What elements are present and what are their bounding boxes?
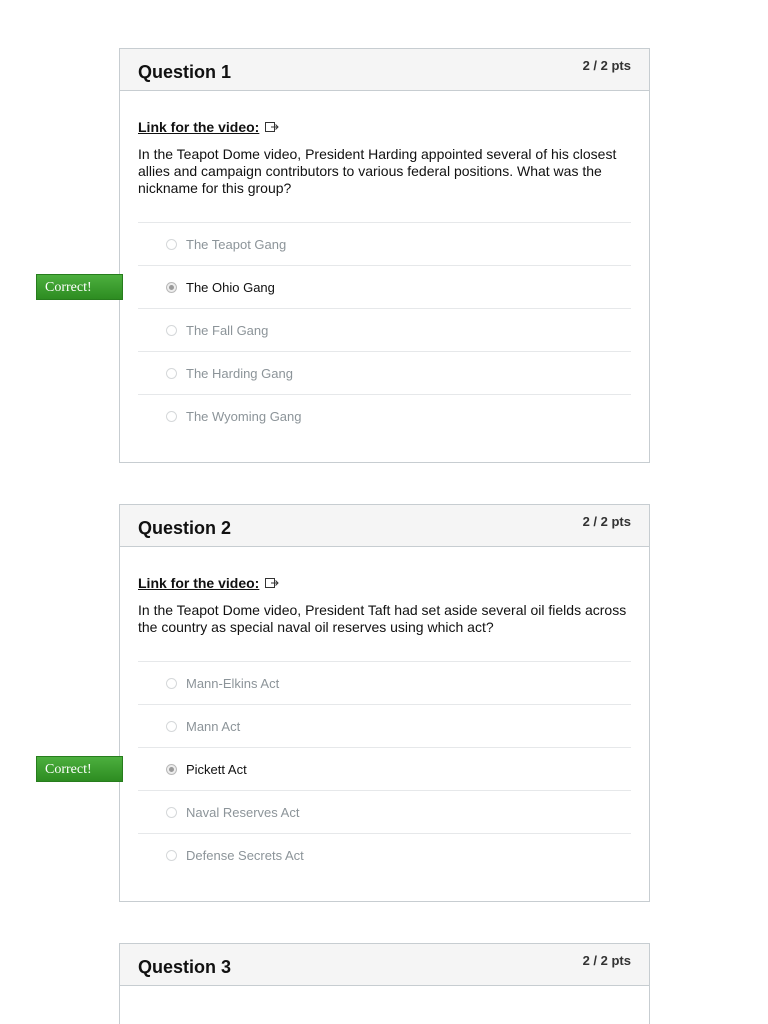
question-body: Link for the video: In the Teapot Dome v… xyxy=(120,91,649,438)
answer-label: The Wyoming Gang xyxy=(186,409,302,424)
question-title: Question 2 xyxy=(138,518,232,538)
answer-label: Pickett Act xyxy=(186,761,247,777)
answer-label: The Fall Gang xyxy=(186,322,269,338)
radio-button-selected[interactable] xyxy=(166,281,177,293)
question-card-3: Question 3 2 / 2 pts xyxy=(119,943,650,1024)
answer-option[interactable]: Mann Act xyxy=(138,705,631,748)
answer-list: Mann-Elkins Act Mann Act Pickett Act Nav… xyxy=(138,661,631,877)
radio-button[interactable] xyxy=(166,367,177,379)
radio-button[interactable] xyxy=(166,806,177,818)
answer-option-selected[interactable]: Pickett Act xyxy=(138,748,631,791)
radio-button[interactable] xyxy=(166,238,177,250)
question-title: Question 1 xyxy=(138,62,232,82)
question-points: 2 / 2 pts xyxy=(582,953,631,968)
answer-option[interactable]: The Wyoming Gang xyxy=(138,395,631,438)
answer-option[interactable]: The Teapot Gang xyxy=(138,223,631,266)
answer-list: The Teapot Gang The Ohio Gang The Fall G… xyxy=(138,222,631,438)
radio-button-selected[interactable] xyxy=(166,763,177,775)
radio-button[interactable] xyxy=(166,411,177,422)
external-link-icon[interactable] xyxy=(265,121,280,133)
answer-label: Defense Secrets Act xyxy=(186,848,304,863)
answer-label: The Teapot Gang xyxy=(186,236,287,252)
video-link[interactable]: Link for the video: xyxy=(138,575,631,591)
answer-label: Mann-Elkins Act xyxy=(186,675,280,691)
video-link-label[interactable]: Link for the video: xyxy=(138,119,259,135)
question-header: Question 2 2 / 2 pts xyxy=(120,505,649,547)
radio-button[interactable] xyxy=(166,720,177,732)
question-points: 2 / 2 pts xyxy=(582,58,631,73)
question-text: In the Teapot Dome video, President Taft… xyxy=(138,602,627,635)
correct-answer-flag: Correct! xyxy=(36,274,123,300)
radio-button[interactable] xyxy=(166,324,177,336)
question-title: Question 3 xyxy=(138,957,232,977)
question-card-2: Question 2 2 / 2 pts Link for the video:… xyxy=(119,504,650,902)
video-link-label[interactable]: Link for the video: xyxy=(138,575,259,591)
answer-option[interactable]: Defense Secrets Act xyxy=(138,834,631,877)
question-card-1: Question 1 2 / 2 pts Link for the video:… xyxy=(119,48,650,463)
external-link-icon[interactable] xyxy=(265,577,280,589)
question-header: Question 1 2 / 2 pts xyxy=(120,49,649,91)
radio-button[interactable] xyxy=(166,677,177,689)
answer-option[interactable]: The Fall Gang xyxy=(138,309,631,352)
radio-button[interactable] xyxy=(166,850,177,861)
quiz-results-page: Question 1 2 / 2 pts Link for the video:… xyxy=(0,0,768,1024)
video-link[interactable]: Link for the video: xyxy=(138,119,631,135)
answer-label: Mann Act xyxy=(186,718,241,734)
correct-answer-flag: Correct! xyxy=(36,756,123,782)
answer-option[interactable]: The Harding Gang xyxy=(138,352,631,395)
question-body: Link for the video: In the Teapot Dome v… xyxy=(120,547,649,877)
answer-label: The Harding Gang xyxy=(186,365,293,381)
answer-option[interactable]: Mann-Elkins Act xyxy=(138,662,631,705)
answer-label: Naval Reserves Act xyxy=(186,804,300,820)
answer-label: The Ohio Gang xyxy=(186,279,275,295)
question-points: 2 / 2 pts xyxy=(582,514,631,529)
question-text: In the Teapot Dome video, President Hard… xyxy=(138,146,617,196)
answer-option-selected[interactable]: The Ohio Gang xyxy=(138,266,631,309)
answer-option[interactable]: Naval Reserves Act xyxy=(138,791,631,834)
question-header: Question 3 2 / 2 pts xyxy=(120,944,649,986)
